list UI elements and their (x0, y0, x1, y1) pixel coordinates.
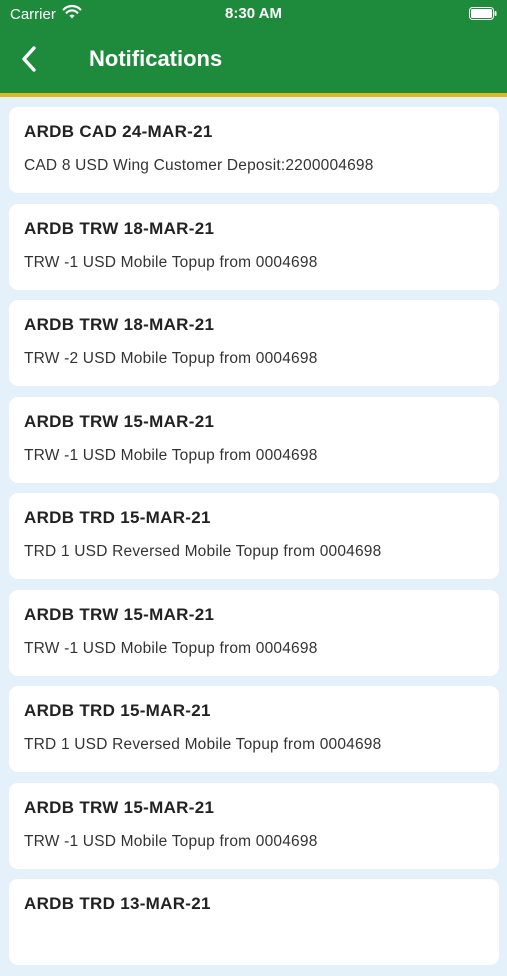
notification-body: CAD 8 USD Wing Customer Deposit:22000046… (24, 157, 374, 174)
notification-list[interactable]: ARDB CAD 24-MAR-21 CAD 8 USD Wing Custom… (9, 107, 499, 976)
notification-card[interactable]: ARDB TRW 18-MAR-21 TRW -1 USD Mobile Top… (9, 203, 499, 290)
battery-icon (469, 7, 497, 20)
back-button[interactable] (12, 40, 46, 78)
notification-body: TRW -1 USD Mobile Topup from 0004698 (24, 253, 318, 271)
notification-title: ARDB TRD 13-MAR-21 (24, 894, 211, 913)
notification-body: TRW -2 USD Mobile Topup from 0004698 (24, 350, 318, 367)
header-accent-stripe (0, 93, 507, 97)
notification-body: TRD 1 USD Reversed Mobile Topup from 000… (24, 736, 382, 753)
status-bar: Carrier 8:30 AM (0, 0, 507, 28)
notification-card[interactable]: ARDB TRW 15-MAR-21 TRW -1 USD Mobile Top… (9, 396, 499, 483)
notification-card[interactable]: ARDB TRD 15-MAR-21 TRD 1 USD Reversed Mo… (9, 493, 499, 579)
notification-card[interactable]: ARDB TRW 15-MAR-21 TRW -1 USD Mobile Top… (9, 589, 499, 676)
notification-title: ARDB TRW 15-MAR-21 (24, 797, 215, 817)
chevron-left-icon (22, 46, 36, 72)
notification-body: TRW -1 USD Mobile Topup from 0004698 (24, 446, 318, 464)
notification-title: ARDB TRD 15-MAR-21 (24, 701, 211, 720)
notification-card[interactable]: ARDB TRD 15-MAR-21 TRD 1 USD Reversed Mo… (9, 686, 499, 772)
notification-body: TRW -1 USD Mobile Topup from 0004698 (24, 639, 318, 657)
notification-card[interactable]: ARDB CAD 24-MAR-21 CAD 8 USD Wing Custom… (9, 107, 499, 193)
notification-title: ARDB TRW 18-MAR-21 (24, 218, 215, 238)
notification-title: ARDB TRW 15-MAR-21 (24, 604, 215, 624)
notification-card[interactable]: ARDB TRW 15-MAR-21 TRW -1 USD Mobile Top… (9, 782, 499, 869)
notification-title: ARDB TRW 15-MAR-21 (24, 411, 215, 431)
notification-title: ARDB TRD 15-MAR-21 (24, 508, 211, 527)
page-title: Notifications (89, 46, 223, 71)
notification-body: TRD 1 USD Reversed Mobile Topup from 000… (24, 543, 382, 560)
notification-card[interactable]: ARDB TRD 13-MAR-21 (9, 879, 499, 965)
notification-title: ARDB CAD 24-MAR-21 (24, 122, 213, 141)
notification-title: ARDB TRW 18-MAR-21 (24, 315, 215, 334)
notification-body: TRW -1 USD Mobile Topup from 0004698 (24, 832, 318, 850)
status-time: 8:30 AM (225, 5, 282, 22)
notification-card[interactable]: ARDB TRW 18-MAR-21 TRW -2 USD Mobile Top… (9, 300, 499, 386)
